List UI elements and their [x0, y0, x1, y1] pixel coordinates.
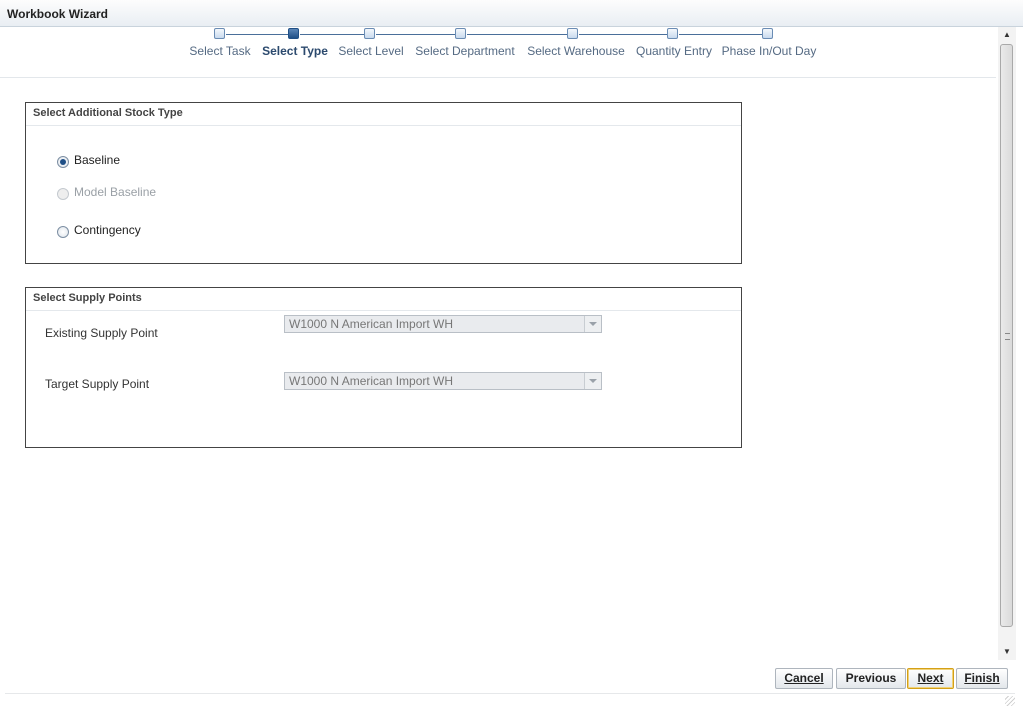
existing-supply-point-select: W1000 N American Import WH — [284, 315, 602, 333]
target-supply-point-label: Target Supply Point — [45, 377, 150, 391]
radio-model-baseline-label: Model Baseline — [74, 185, 157, 199]
scrollbar-thumb[interactable] — [1000, 44, 1013, 627]
train-stop-select-type-icon — [288, 28, 299, 39]
supply-points-panel: Select Supply Points Existing Supply Poi… — [25, 287, 742, 448]
train-stop-select-task-icon[interactable] — [214, 28, 225, 39]
train-step-phase-in-out-day[interactable]: Phase In/Out Day — [722, 44, 817, 58]
train-step-select-department[interactable]: Select Department — [415, 44, 514, 58]
previous-label: Previous — [845, 671, 897, 685]
target-supply-point-value: W1000 N American Import WH — [289, 374, 454, 388]
vertical-scrollbar[interactable]: ▲ ▼ — [998, 27, 1016, 660]
scroll-down-icon[interactable]: ▼ — [998, 644, 1016, 660]
stock-type-panel: Select Additional Stock Type Baseline Mo… — [25, 102, 742, 264]
scroll-up-icon[interactable]: ▲ — [998, 27, 1016, 43]
train-stop-select-warehouse-icon[interactable] — [567, 28, 578, 39]
next-mnemonic: N — [917, 671, 927, 685]
next-label-rest: ext — [926, 671, 944, 685]
train-stop-quantity-entry-icon[interactable] — [667, 28, 678, 39]
title-bar: Workbook Wizard — [0, 0, 1023, 27]
finish-button[interactable]: Finish — [956, 668, 1008, 689]
radio-contingency[interactable]: Contingency — [57, 223, 141, 238]
supply-points-header: Select Supply Points — [26, 288, 741, 311]
resize-grip-icon[interactable] — [1005, 696, 1015, 706]
stock-type-header: Select Additional Stock Type — [26, 103, 741, 126]
chevron-down-icon — [584, 316, 601, 332]
radio-disabled-icon — [57, 188, 69, 200]
cancel-label-rest: ancel — [792, 671, 824, 685]
window-title: Workbook Wizard — [7, 7, 109, 21]
train-step-quantity-entry[interactable]: Quantity Entry — [636, 44, 712, 58]
train-stop-phase-in-out-day-icon[interactable] — [762, 28, 773, 39]
radio-baseline-label[interactable]: Baseline — [74, 153, 120, 167]
wizard-train: Select Task Select Type Select Level Sel… — [0, 27, 996, 78]
grip-icon — [1005, 333, 1010, 340]
train-connector — [226, 34, 288, 35]
train-stop-select-department-icon[interactable] — [455, 28, 466, 39]
existing-supply-point-value: W1000 N American Import WH — [289, 317, 454, 331]
train-connector — [467, 34, 568, 35]
train-connector — [579, 34, 668, 35]
train-step-select-level[interactable]: Select Level — [338, 44, 403, 58]
footer-divider — [5, 693, 1015, 694]
train-step-select-type: Select Type — [262, 44, 328, 58]
radio-unchecked-icon[interactable] — [57, 226, 69, 238]
cancel-mnemonic: C — [784, 671, 793, 685]
finish-label-rest: inish — [971, 671, 1000, 685]
window-edge — [1019, 27, 1023, 710]
radio-baseline[interactable]: Baseline — [57, 153, 120, 168]
finish-mnemonic: F — [964, 671, 972, 685]
radio-model-baseline: Model Baseline — [57, 185, 157, 200]
cancel-button[interactable]: Cancel — [775, 668, 833, 689]
train-connector — [376, 34, 456, 35]
previous-button[interactable]: Previous — [836, 668, 906, 689]
train-step-select-task[interactable]: Select Task — [189, 44, 250, 58]
next-button[interactable]: Next — [907, 668, 954, 689]
radio-checked-icon[interactable] — [57, 156, 69, 168]
existing-supply-point-label: Existing Supply Point — [45, 326, 158, 340]
train-stop-select-level-icon[interactable] — [364, 28, 375, 39]
train-connector — [300, 34, 365, 35]
radio-contingency-label[interactable]: Contingency — [74, 223, 141, 237]
chevron-down-icon — [584, 373, 601, 389]
train-step-select-warehouse[interactable]: Select Warehouse — [527, 44, 625, 58]
target-supply-point-select: W1000 N American Import WH — [284, 372, 602, 390]
train-connector — [679, 34, 763, 35]
